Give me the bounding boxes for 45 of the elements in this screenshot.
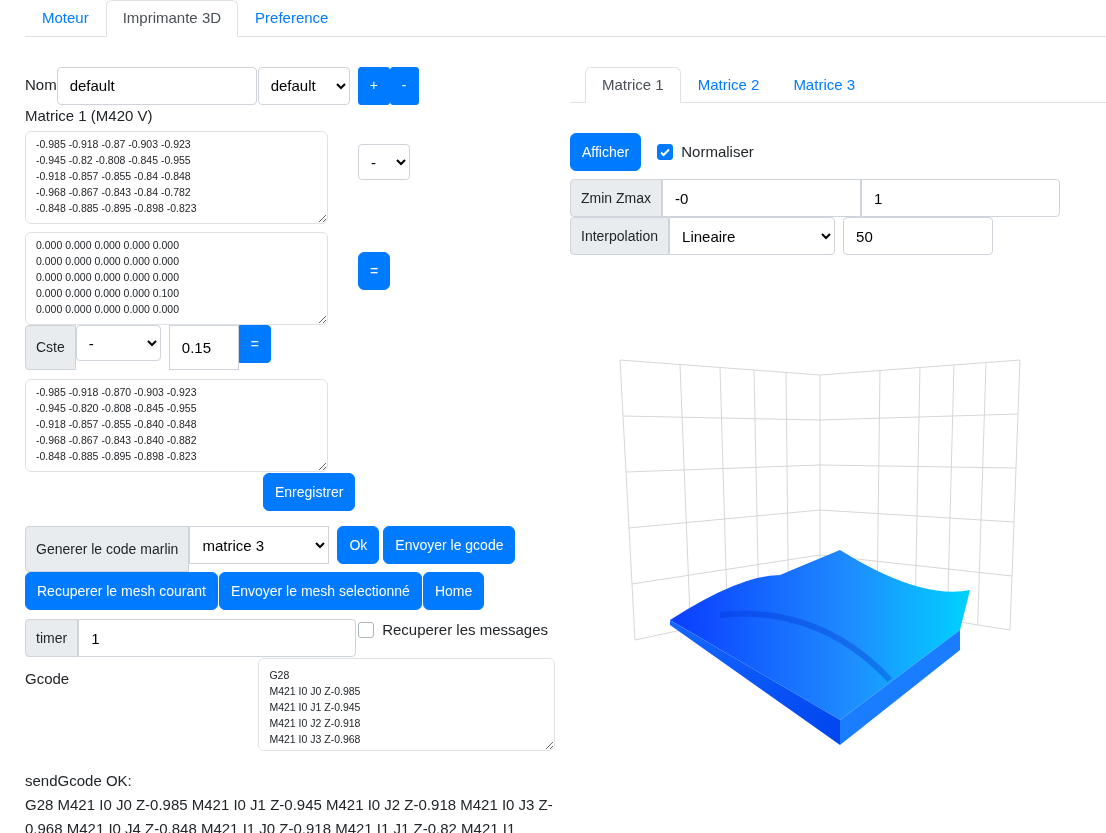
checkbox[interactable] (358, 622, 375, 639)
timer-label: timer (25, 619, 79, 657)
name-field[interactable]: default (56, 66, 257, 105)
matrix-input[interactable]: 0.000 0.000 0.000 0.000 0.000 0.000 0.000 0.000 0.000 0.000 0.000 0.000 0.000 0.000 0.000 0.000 0.000 0.000 0.000 0.100 0.000 0.000 0.000 0.000 0.000 (25, 232, 328, 325)
zmin-field[interactable]: -0 (662, 179, 861, 217)
operator-select[interactable]: - (358, 144, 410, 180)
timer-field[interactable]: 1 (78, 619, 357, 657)
gcode-label: Gcode (25, 669, 71, 689)
home-button[interactable]: Home (422, 572, 485, 610)
result-matrix[interactable]: -0.985 -0.918 -0.870 -0.903 -0.923 -0.945 -0.820 -0.808 -0.845 -0.955 -0.918 -0.857 -0.855 -0.840 -0.848 -0.968 -0.867 -0.843 -0.840 -0.882 -0.848 -0.885 -0.895 -0.898 -0.823 (25, 379, 328, 472)
zmax-field[interactable]: 1 (861, 179, 1060, 217)
tab[interactable]: Preference (238, 0, 346, 37)
constant-label: Cste (25, 325, 76, 370)
show-button[interactable]: Afficher (570, 133, 642, 171)
ok-button[interactable]: Ok (337, 526, 380, 564)
marlin-label: Generer le code marlin (25, 526, 190, 572)
tab[interactable]: Matrice 2 (680, 66, 777, 103)
equals-button[interactable]: = (358, 252, 391, 290)
send-mesh-button[interactable]: Envoyer le mesh selectionné (218, 572, 422, 610)
response-title: sendGcode OK: (25, 771, 133, 791)
matrix-input[interactable]: -0.985 -0.918 -0.87 -0.903 -0.923 -0.945 -0.82 -0.808 -0.845 -0.955 -0.918 -0.857 -0.855 -0.84 -0.848 -0.968 -0.867 -0.843 -0.84 -0.782 -0.848 -0.885 -0.895 -0.898 -0.823 (25, 131, 328, 224)
save-button[interactable]: Enregistrer (263, 473, 356, 511)
interpolation-label: Interpolation (570, 217, 670, 255)
tab[interactable]: Matrice 3 (776, 66, 873, 103)
constant-field[interactable]: 0.15 (168, 325, 239, 370)
tab[interactable]: Matrice 1 (585, 66, 681, 103)
range-label: Zmin Zmax (570, 179, 662, 217)
constant-select[interactable]: - (75, 325, 161, 361)
tab[interactable]: Moteur (25, 0, 106, 37)
tab[interactable]: Imprimante 3D (105, 0, 239, 37)
send-gcode-button[interactable]: Envoyer le gcode (383, 526, 516, 564)
checkbox-label: Recuperer les messages (382, 620, 549, 640)
add-button[interactable]: + (357, 66, 390, 105)
checkbox-label: Normaliser (681, 141, 754, 162)
resolution-field[interactable]: 50 (843, 217, 994, 255)
matrix-select[interactable]: matrice 3 (189, 526, 330, 564)
gcode-field[interactable]: G28 M421 I0 J0 Z-0.985 M421 I0 J1 Z-0.945 M421 I0 J2 Z-0.918 M421 I0 J3 Z-0.968 (258, 658, 555, 751)
interpolation-select[interactable]: Lineaire (669, 217, 836, 255)
field-label: Nom (25, 75, 57, 96)
checkbox[interactable] (657, 144, 674, 160)
equals-button[interactable]: = (238, 325, 271, 363)
remove-button[interactable]: - (389, 66, 419, 105)
profile-select[interactable]: default (257, 66, 350, 105)
fetch-mesh-button[interactable]: Recuperer le mesh courant (25, 572, 218, 610)
matrix-title: Matrice 1 (M420 V) (25, 105, 154, 126)
